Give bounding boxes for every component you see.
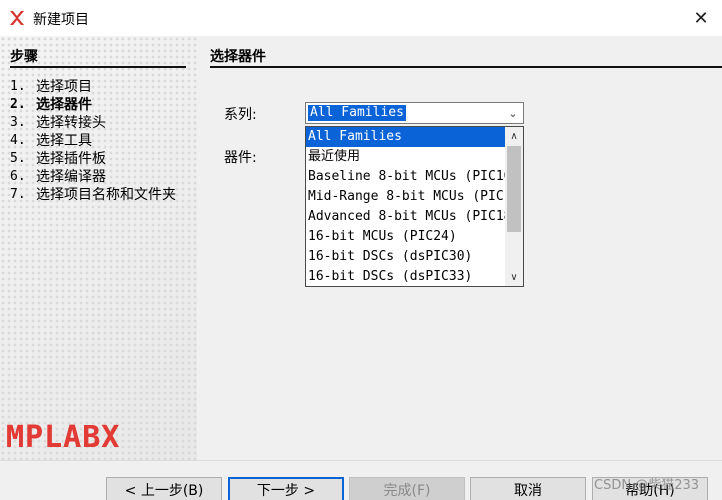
steps-header: 步骤 (10, 49, 38, 65)
back-button[interactable]: < 上一步(B) (106, 477, 222, 500)
section-divider (210, 66, 722, 68)
device-label: 器件: (224, 150, 257, 166)
family-label: 系列: (224, 107, 257, 123)
dropdown-option[interactable]: Mid-Range 8-bit MCUs (PIC10/12/16) (306, 187, 505, 207)
step-number: 1. (10, 79, 26, 94)
dropdown-scrollbar[interactable]: ∧ ∨ (505, 127, 523, 286)
step-number: 2. (10, 97, 26, 112)
scroll-down-icon[interactable]: ∨ (505, 268, 523, 286)
dropdown-option[interactable]: All Families (306, 127, 505, 147)
family-combobox[interactable]: All Families ⌄ (305, 102, 524, 124)
steps-panel: 步骤 1. 选择项目 2. 选择器件 3. 选择转接头 4. 选择工具 5. 选择插件板 … (0, 36, 197, 460)
step-label: 选择转接头 (36, 115, 106, 131)
dropdown-option[interactable]: 16-bit DSCs (dsPIC30) (306, 247, 505, 267)
step-item: 7. 选择项目名称和文件夹 (10, 186, 190, 204)
step-number: 3. (10, 115, 26, 130)
step-item: 6. 选择编译器 (10, 168, 190, 186)
step-label: 选择项目 (36, 79, 92, 95)
cancel-button[interactable]: 取消 (470, 477, 586, 500)
next-button[interactable]: 下一步 > (228, 477, 344, 500)
steps-divider (10, 66, 186, 68)
step-item: 1. 选择项目 (10, 78, 190, 96)
mplab-x-icon (10, 11, 24, 25)
dropdown-option[interactable]: Baseline 8-bit MCUs (PIC10/12/16) (306, 167, 505, 187)
steps-list: 1. 选择项目 2. 选择器件 3. 选择转接头 4. 选择工具 5. 选择插件板 6. 选… (10, 78, 190, 204)
dropdown-option[interactable]: 16-bit DSCs (dsPIC33) (306, 267, 505, 286)
dropdown-option[interactable]: Advanced 8-bit MCUs (PIC18) (306, 207, 505, 227)
step-item: 5. 选择插件板 (10, 150, 190, 168)
section-title: 选择器件 (210, 49, 266, 65)
step-item-active: 2. 选择器件 (10, 96, 190, 114)
step-label: 选择工具 (36, 133, 92, 149)
watermark-text: CSDN @柴猫233 (594, 478, 700, 493)
step-label: 选择器件 (36, 97, 92, 113)
step-number: 4. (10, 133, 26, 148)
title-bar: 新建项目 ✕ (0, 0, 722, 36)
scrollbar-thumb[interactable] (507, 146, 521, 232)
close-icon: ✕ (693, 7, 709, 29)
chevron-down-icon[interactable]: ⌄ (505, 104, 521, 122)
step-number: 6. (10, 169, 26, 184)
dropdown-option[interactable]: 16-bit MCUs (PIC24) (306, 227, 505, 247)
family-combobox-value: All Families (308, 105, 406, 121)
step-label: 选择项目名称和文件夹 (36, 187, 176, 203)
family-dropdown-list[interactable]: All Families 最近使用 Baseline 8-bit MCUs (P… (305, 126, 524, 287)
dropdown-option[interactable]: 最近使用 (306, 147, 505, 167)
close-button[interactable]: ✕ (680, 0, 722, 36)
scroll-up-icon[interactable]: ∧ (505, 127, 523, 145)
step-number: 5. (10, 151, 26, 166)
content-panel: 选择器件 系列: 器件: All Families ⌄ All Families… (197, 36, 722, 460)
finish-button[interactable]: 完成(F) (349, 477, 465, 500)
step-label: 选择编译器 (36, 169, 106, 185)
dropdown-options: All Families 最近使用 Baseline 8-bit MCUs (P… (306, 127, 505, 286)
step-number: 7. (10, 187, 26, 202)
step-item: 4. 选择工具 (10, 132, 190, 150)
window-title: 新建项目 (33, 12, 89, 28)
step-item: 3. 选择转接头 (10, 114, 190, 132)
mplabx-logo: MPLABX (6, 420, 121, 455)
step-label: 选择插件板 (36, 151, 106, 167)
